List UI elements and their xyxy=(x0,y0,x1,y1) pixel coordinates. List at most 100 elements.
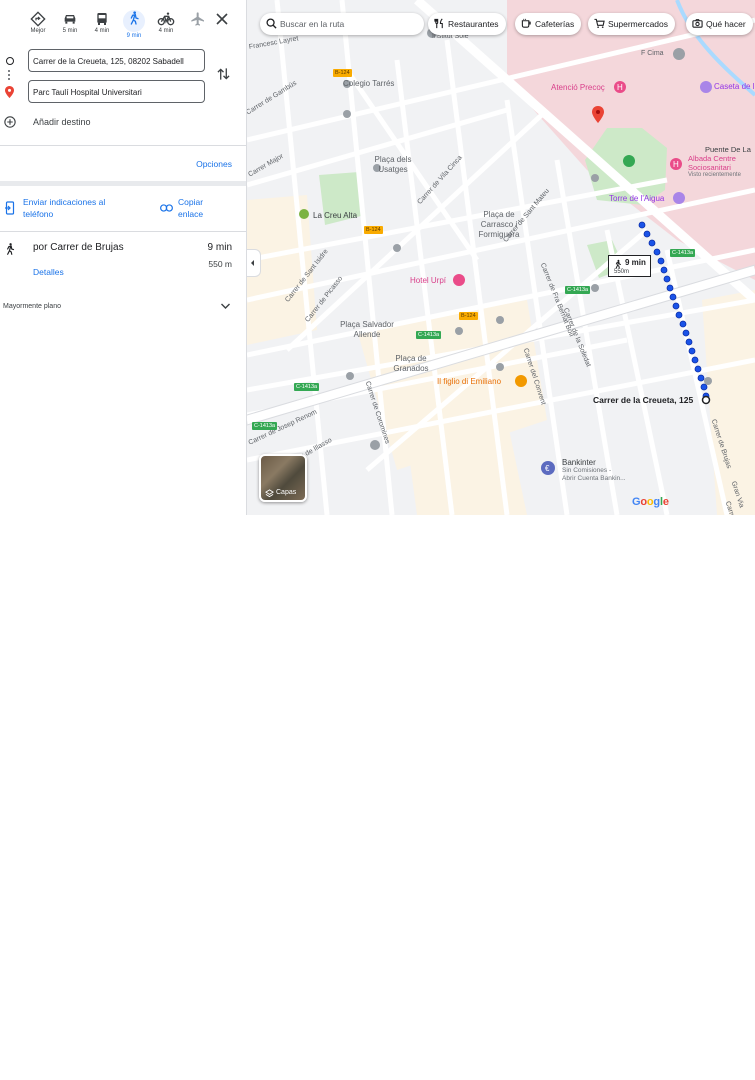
mode-best[interactable]: Mejor xyxy=(24,8,52,40)
origin-input[interactable]: Carrer de la Creueta, 125, 08202 Sabadel… xyxy=(28,49,205,72)
mode-car[interactable]: 5 min xyxy=(56,8,84,40)
chevron-left-icon xyxy=(251,260,254,266)
chip-things-to-do[interactable]: Qué hacer xyxy=(686,13,753,35)
road-sign: B-124 xyxy=(459,312,478,320)
fork-knife-icon xyxy=(434,18,443,29)
poi-label[interactable]: Colegio Tarrés xyxy=(343,79,394,88)
poi-label[interactable]: Hotel Urpí xyxy=(410,276,446,285)
link-icon xyxy=(160,204,173,212)
add-circle-icon[interactable] xyxy=(4,116,16,128)
section-divider xyxy=(0,181,246,186)
poi-label[interactable]: Albada Centre xyxy=(688,154,736,163)
poi-label[interactable]: Torre de l'Aigua xyxy=(609,194,664,203)
place-label: Plaça dels Usatges xyxy=(374,155,412,174)
directions-panel: Mejor 5 min 4 min 9 min 4 min Carrer de … xyxy=(0,0,247,515)
poi-label[interactable]: Caseta de l xyxy=(714,82,754,91)
details-link[interactable]: Detalles xyxy=(33,267,64,277)
search-along-route-input[interactable]: Buscar en la ruta xyxy=(260,13,424,35)
road-sign: C-1413a xyxy=(294,383,320,391)
place-label: Plaça Salvador Allende xyxy=(340,320,394,339)
callout-time: 9 min xyxy=(625,258,646,267)
collapse-panel-button[interactable] xyxy=(247,249,261,277)
mode-bike[interactable]: 4 min xyxy=(152,8,180,40)
google-maps-directions: Mejor 5 min 4 min 9 min 4 min Carrer de … xyxy=(0,0,755,515)
options-button[interactable]: Opciones xyxy=(196,159,232,169)
layers-icon xyxy=(265,489,274,498)
poi-sublabel: Abrir Cuenta Bankin... xyxy=(562,475,626,482)
map-canvas[interactable]: H H € Institut Sole Colegio Tarrés Plaça… xyxy=(247,0,755,515)
origin-map-label: Carrer de la Creueta, 125 xyxy=(593,395,694,405)
mode-walk[interactable]: 9 min xyxy=(120,8,148,40)
search-placeholder: Buscar en la ruta xyxy=(280,19,345,29)
google-logo: Google xyxy=(632,496,669,508)
chip-restaurants[interactable]: Restaurantes xyxy=(428,13,506,35)
mode-transit-label: 4 min xyxy=(94,28,110,34)
chip-label: Supermercados xyxy=(608,19,669,29)
close-icon[interactable] xyxy=(215,12,229,26)
chevron-down-icon[interactable] xyxy=(220,302,231,310)
walking-icon xyxy=(615,259,621,269)
callout-distance: 550m xyxy=(614,269,630,275)
directions-diamond-icon xyxy=(30,11,46,27)
route-dots-icon xyxy=(8,69,10,81)
search-icon xyxy=(266,18,277,29)
poi-label[interactable]: Sociosanitari xyxy=(688,163,731,172)
svg-text:H: H xyxy=(617,83,623,92)
place-label: La Creu Alta xyxy=(313,211,358,220)
airplane-icon xyxy=(191,12,204,26)
coffee-icon xyxy=(521,18,531,28)
chip-label: Restaurantes xyxy=(448,19,499,29)
bicycle-icon xyxy=(157,12,175,26)
layers-label: Capas xyxy=(276,489,297,496)
mode-flight[interactable] xyxy=(184,8,212,40)
travel-mode-bar: Mejor 5 min 4 min 9 min 4 min xyxy=(24,8,234,40)
divider xyxy=(0,145,246,146)
chip-cafes[interactable]: Cafeterías xyxy=(515,13,582,35)
poi-label[interactable]: Atenció Precoç xyxy=(551,83,605,92)
swap-arrows-icon[interactable] xyxy=(217,67,230,81)
route-time: 9 min xyxy=(207,242,232,253)
layers-button[interactable]: Capas xyxy=(259,454,307,502)
walking-icon xyxy=(130,11,139,25)
place-label: Puente De La xyxy=(705,145,751,154)
place-label: F Cima xyxy=(641,50,664,57)
route-time-callout[interactable]: 9 min 550m xyxy=(608,255,651,277)
elevation-summary[interactable]: Mayormente plano xyxy=(3,303,61,310)
route-distance: 550 m xyxy=(208,259,232,269)
poi-label[interactable]: Il figlio di Emiliano xyxy=(437,377,501,386)
mode-bike-label: 4 min xyxy=(158,28,174,34)
mode-best-label: Mejor xyxy=(30,28,46,34)
send-to-phone-icon xyxy=(5,201,15,215)
poi-sublabel: Sin Comisiones - xyxy=(562,467,612,474)
car-icon xyxy=(64,15,76,24)
poi-sublabel: Visto recientemente xyxy=(688,172,741,178)
poi-label[interactable]: Bankinter xyxy=(562,458,596,467)
place-label: Plaça de Granados xyxy=(393,354,429,373)
walking-icon xyxy=(7,243,15,255)
road-sign: C-1413a xyxy=(565,286,591,294)
mode-walk-highlight xyxy=(123,10,145,32)
destination-pin-icon xyxy=(5,86,14,98)
road-sign: B-124 xyxy=(333,69,352,77)
add-destination-button[interactable]: Añadir destino xyxy=(33,117,91,127)
origin-marker xyxy=(701,395,711,405)
mode-transit[interactable]: 4 min xyxy=(88,8,116,40)
mode-walk-label: 9 min xyxy=(126,33,142,39)
mode-car-label: 5 min xyxy=(62,28,78,34)
shopping-cart-icon xyxy=(594,18,605,28)
divider xyxy=(0,231,246,232)
svg-text:€: € xyxy=(545,464,550,473)
road-sign: C-1413a xyxy=(252,422,278,430)
route-name[interactable]: por Carrer de Brujas xyxy=(33,242,124,253)
chip-supermarkets[interactable]: Supermercados xyxy=(588,13,676,35)
chip-label: Qué hacer xyxy=(706,19,746,29)
bus-icon xyxy=(97,13,107,25)
destination-input[interactable]: Parc Taulí Hospital Universitari xyxy=(28,80,205,103)
road-sign: C-1413a xyxy=(670,249,696,257)
origin-circle-icon xyxy=(6,57,14,65)
chip-label: Cafeterías xyxy=(535,19,575,29)
road-sign: C-1413a xyxy=(416,331,442,339)
camera-icon xyxy=(692,19,703,28)
copy-link-button[interactable]: Copiar enlace xyxy=(178,196,228,220)
send-directions-button[interactable]: Enviar indicaciones al teléfono xyxy=(23,196,123,220)
